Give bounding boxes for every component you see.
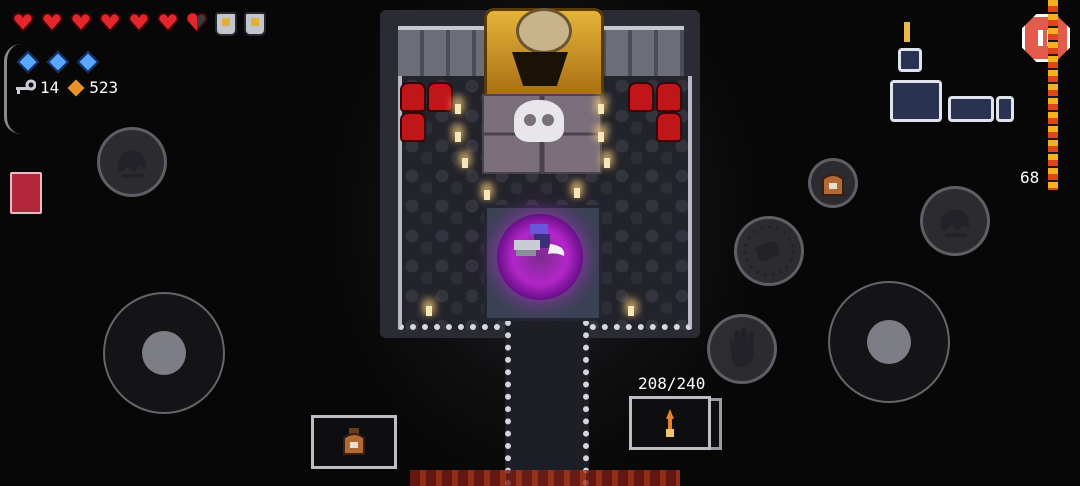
candle xyxy=(574,188,580,198)
ghost-dodge-icon xyxy=(117,150,147,178)
blank-icon xyxy=(16,50,40,74)
interact-button[interactable] xyxy=(707,314,777,384)
south-corridor xyxy=(505,320,589,486)
skull-emblem xyxy=(514,100,564,142)
candle xyxy=(426,306,432,316)
red-pot xyxy=(628,82,654,112)
player-character xyxy=(514,224,565,256)
candle xyxy=(628,306,634,316)
key-icon xyxy=(16,79,36,94)
armor-icon xyxy=(244,12,266,36)
aim-joystick-knob[interactable] xyxy=(867,320,911,364)
candle xyxy=(455,132,461,142)
hand-icon xyxy=(730,328,754,367)
active-item-slot[interactable] xyxy=(311,415,397,469)
red-pot xyxy=(427,82,453,112)
gun-icon xyxy=(666,409,674,437)
red-pot xyxy=(400,82,426,112)
reload-button[interactable] xyxy=(734,216,804,286)
candle xyxy=(598,132,604,142)
lava-strip xyxy=(410,470,680,486)
shrine-orb xyxy=(516,8,572,54)
candle xyxy=(462,158,468,168)
minimap-room xyxy=(948,96,994,122)
dodge-roll-button-right[interactable] xyxy=(920,186,990,256)
ammonomicon-icon[interactable] xyxy=(10,172,42,214)
armor-icon xyxy=(215,12,237,36)
red-pot xyxy=(400,112,426,142)
candle xyxy=(598,104,604,114)
minimap-room xyxy=(890,80,942,122)
blank-icon xyxy=(46,50,70,74)
minimap-room xyxy=(996,96,1014,122)
ammo-counter: 208/240 xyxy=(638,374,706,393)
map-marker-icon xyxy=(904,22,910,42)
move-joystick-knob[interactable] xyxy=(142,331,186,375)
minimap-fuse xyxy=(1048,0,1058,190)
dodge-roll-button[interactable] xyxy=(97,127,167,197)
minimap-room-current xyxy=(898,48,922,72)
heart-full-icon xyxy=(41,12,63,32)
move-joystick[interactable] xyxy=(103,292,225,414)
heart-full-icon xyxy=(70,12,92,32)
blanks-row xyxy=(16,50,100,74)
weapon-slot[interactable] xyxy=(629,396,711,450)
aim-joystick[interactable] xyxy=(828,281,950,403)
reload-icon xyxy=(743,225,795,277)
candle xyxy=(484,190,490,200)
pause-button[interactable] xyxy=(1022,14,1070,62)
candle xyxy=(455,104,461,114)
health-bar xyxy=(12,12,266,36)
ghost-dodge-icon xyxy=(940,209,970,237)
heart-full-icon xyxy=(157,12,179,32)
currency-count: 523 xyxy=(89,78,119,97)
heart-full-icon xyxy=(128,12,150,32)
casing-currency-icon xyxy=(67,79,85,96)
red-pot xyxy=(656,82,682,112)
resources-row: 14 523 xyxy=(14,78,118,97)
quick-item-button[interactable] xyxy=(808,158,858,208)
pause-icon xyxy=(1038,30,1043,46)
red-pot xyxy=(656,112,682,142)
jug-item-icon xyxy=(343,428,365,455)
blank-icon xyxy=(76,50,100,74)
heart-full-icon xyxy=(12,12,34,32)
heart-half-icon xyxy=(186,12,208,32)
kill-counter: 68 xyxy=(1020,168,1040,187)
jug-item-icon xyxy=(822,174,844,196)
heart-full-icon xyxy=(99,12,121,32)
key-count: 14 xyxy=(40,78,60,97)
candle xyxy=(604,158,610,168)
